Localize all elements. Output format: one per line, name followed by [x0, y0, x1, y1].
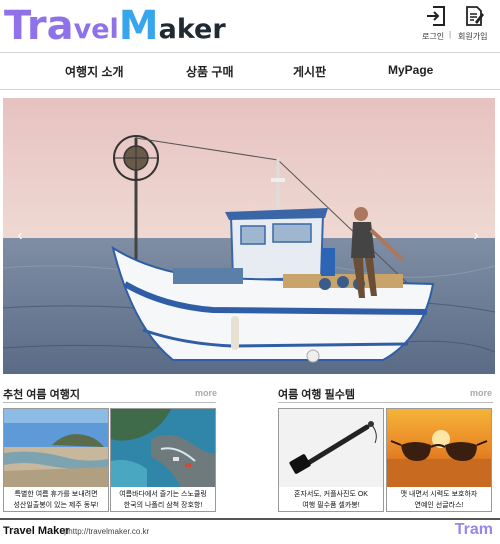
nav-item-shop[interactable]: 상품 구매	[186, 63, 234, 80]
footer-brand: Travel Maker	[3, 525, 70, 537]
header: Tra vel Maker 로그인 | 회원가입	[0, 0, 500, 52]
link-separator: |	[449, 30, 452, 39]
join-icon[interactable]	[462, 4, 486, 28]
card-caption-line: 여행 필수품 셀카봉!	[302, 502, 360, 509]
nav-item-destinations[interactable]: 여행지 소개	[65, 63, 124, 80]
logo-part-2: vel	[73, 14, 119, 45]
card-samcheok[interactable]: 여름바다에서 즐기는 스노쿨링 한국의 나폴리 삼척 장호항!	[110, 408, 216, 512]
more-link-destinations[interactable]: more	[195, 388, 217, 398]
section-divider-left	[3, 402, 216, 403]
join-link[interactable]: 회원가입	[458, 31, 487, 42]
login-link[interactable]: 로그인	[422, 31, 444, 42]
card-caption-line: 특별한 여름 휴가를 보내려면	[14, 491, 98, 498]
card-caption-line: 혼자서도, 커플사진도 OK	[294, 491, 368, 498]
logo-part-3: M	[118, 3, 159, 49]
logo[interactable]: Tra vel Maker	[4, 2, 226, 48]
section-title-essentials: 여름 여행 필수템	[278, 389, 355, 401]
login-icon[interactable]	[424, 4, 448, 28]
card-jeju[interactable]: 특별한 여름 휴가를 보내려면 성산일출봉이 있는 제주 동부!	[3, 408, 109, 512]
footer: Travel Maker | http://travelmaker.co.kr …	[0, 518, 500, 544]
card-selfie-stick[interactable]: 혼자서도, 커플사진도 OK 여행 필수품 셀카봉!	[278, 408, 384, 512]
card-caption-jeju: 특별한 여름 휴가를 보내려면 성산일출봉이 있는 제주 동부!	[4, 487, 108, 511]
footer-tram-logo: Tram	[454, 521, 493, 538]
more-link-essentials[interactable]: more	[470, 388, 492, 398]
card-caption-samcheok: 여름바다에서 즐기는 스노쿨링 한국의 나폴리 삼척 장호항!	[111, 487, 215, 511]
main-nav: 여행지 소개 상품 구매 게시판 MyPage	[0, 52, 500, 90]
card-caption-line: 연예인 선글라스!	[414, 502, 464, 509]
card-sunglasses[interactable]: 맷 내면서 시력도 보호하자 연예인 선글라스!	[386, 408, 492, 512]
logo-part-4: aker	[158, 14, 226, 45]
card-image-samcheok	[111, 409, 215, 487]
nav-item-mypage[interactable]: MyPage	[388, 63, 433, 77]
hero-image	[3, 98, 495, 374]
nav-item-board[interactable]: 게시판	[293, 63, 326, 80]
card-caption-line: 맷 내면서 시력도 보호하자	[400, 491, 478, 498]
card-caption-line: 성산일출봉이 있는 제주 동부!	[13, 502, 99, 509]
hero-slider: ‹ ›	[3, 98, 495, 374]
chevron-right-icon[interactable]: ›	[467, 226, 485, 246]
card-caption-line: 여름바다에서 즐기는 스노쿨링	[119, 491, 207, 498]
card-image-selfie-stick	[279, 409, 383, 487]
card-image-sunglasses	[387, 409, 491, 487]
card-caption-sunglasses: 맷 내면서 시력도 보호하자 연예인 선글라스!	[387, 487, 491, 511]
card-caption-line: 한국의 나폴리 삼척 장호항!	[123, 502, 203, 509]
section-title-destinations: 추천 여름 여행지	[3, 389, 80, 401]
member-links: 로그인 | 회원가입	[418, 4, 494, 44]
card-caption-selfie-stick: 혼자서도, 커플사진도 OK 여행 필수품 셀카봉!	[279, 487, 383, 511]
footer-url[interactable]: | http://travelmaker.co.kr	[64, 527, 149, 536]
chevron-left-icon[interactable]: ‹	[11, 226, 29, 246]
logo-part-1: Tra	[4, 3, 74, 49]
section-divider-right	[278, 402, 493, 403]
card-image-jeju	[4, 409, 108, 487]
